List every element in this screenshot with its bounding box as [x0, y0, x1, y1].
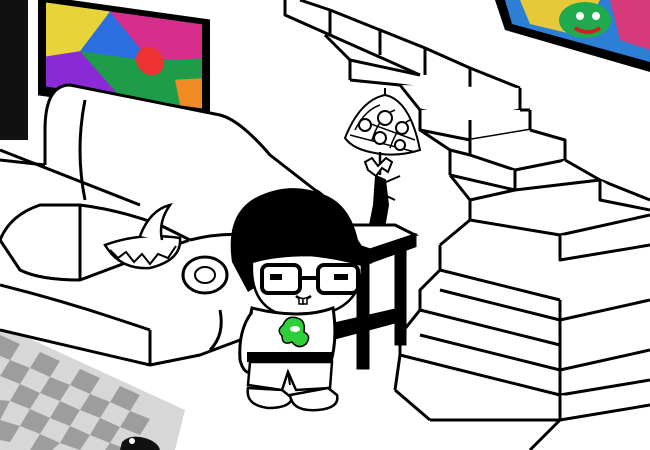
pants: [246, 360, 334, 392]
left-shoe: [246, 386, 294, 410]
game-scene: [0, 0, 650, 450]
right-shoe: [288, 386, 339, 412]
floor-line: [0, 148, 141, 207]
figurine[interactable]: [363, 156, 401, 237]
left-wall-shadow: [0, 0, 28, 140]
right-painting[interactable]: [495, 0, 650, 72]
belt: [247, 352, 333, 362]
scene-canvas: [0, 0, 650, 450]
